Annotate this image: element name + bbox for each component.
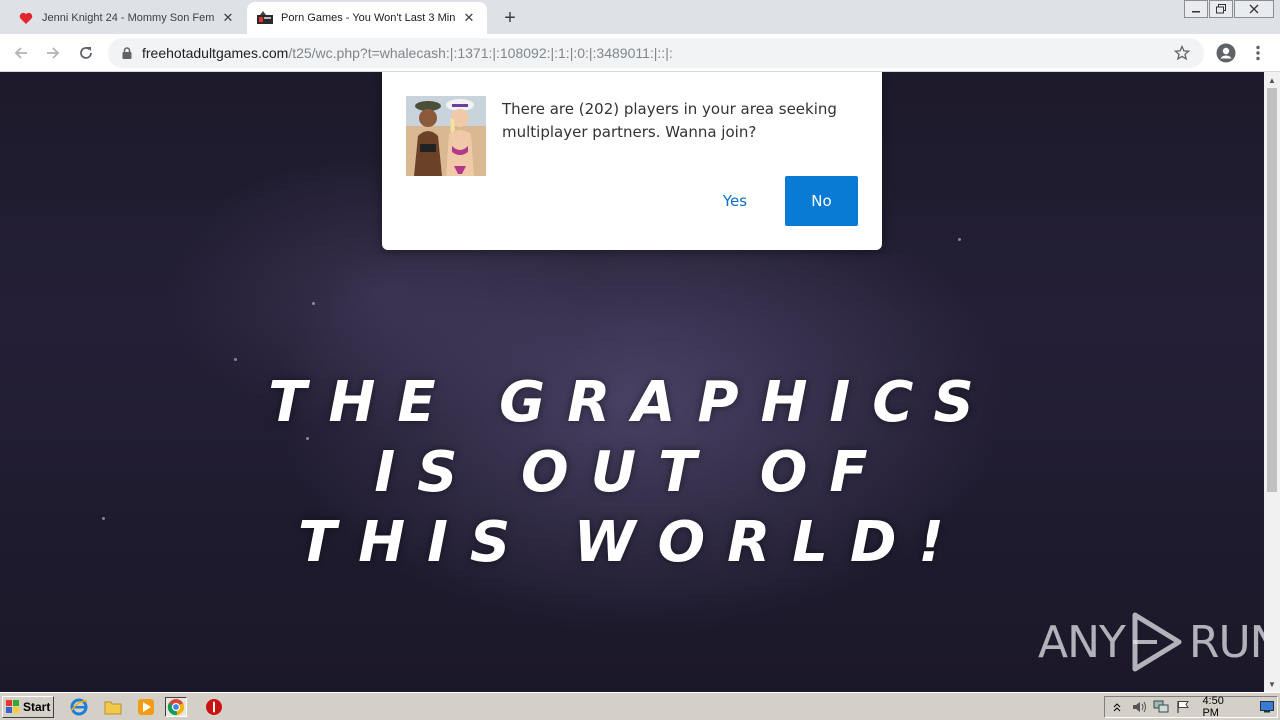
back-arrow-icon	[14, 47, 27, 59]
taskbar-clock[interactable]: 4:50 PM	[1202, 695, 1243, 719]
browser-menu-icon[interactable]	[1248, 41, 1268, 65]
background-speck	[312, 302, 315, 305]
chrome-icon	[167, 699, 185, 716]
play-triangle-icon	[1129, 611, 1185, 673]
minimize-window-button[interactable]	[1184, 0, 1208, 18]
chrome-taskbar-button[interactable]	[165, 697, 187, 717]
popup-message: There are (202) players in your area see…	[502, 100, 837, 141]
site-favicon-icon	[257, 10, 273, 26]
no-button[interactable]: No	[785, 176, 858, 226]
account-avatar-icon[interactable]	[1214, 41, 1238, 65]
watermark-text-right: RUN	[1188, 616, 1264, 668]
heart-icon	[18, 10, 34, 26]
internet-explorer-icon[interactable]	[68, 697, 90, 717]
background-speck	[958, 238, 961, 241]
network-icon[interactable]	[1151, 698, 1171, 716]
anyrun-watermark-logo: ANY RUN	[1038, 610, 1264, 674]
scroll-down-arrow-icon[interactable]: ▼	[1264, 676, 1280, 692]
yes-button[interactable]: Yes	[700, 176, 770, 226]
action-center-flag-icon[interactable]	[1173, 698, 1193, 716]
antivirus-alert-icon[interactable]	[203, 697, 225, 717]
notification-popup: There are (202) players in your area see…	[382, 72, 882, 250]
show-desktop-icon[interactable]	[1257, 698, 1277, 716]
start-button[interactable]: Start	[2, 696, 54, 718]
close-tab-icon[interactable]: ✕	[220, 10, 236, 26]
headline-line-2: IS OUT OF	[374, 440, 890, 505]
page-content: THE GRAPHICS IS OUT OF THIS WORLD! There	[0, 72, 1264, 692]
reload-icon	[80, 47, 92, 59]
close-tab-icon[interactable]: ✕	[461, 10, 477, 26]
headline-line-1: THE GRAPHICS	[268, 370, 996, 435]
file-explorer-icon[interactable]	[102, 697, 124, 717]
url-host: freehotadultgames.com	[142, 45, 289, 61]
restore-window-button[interactable]	[1209, 0, 1233, 18]
tab-title: Jenni Knight 24 - Mommy Son Femdo	[42, 12, 214, 24]
popup-thumbnail-image	[406, 96, 486, 176]
new-tab-button[interactable]: +	[498, 6, 522, 30]
address-bar[interactable]: freehotadultgames.com/t25/wc.php?t=whale…	[108, 38, 1204, 68]
close-window-button[interactable]	[1234, 0, 1274, 18]
media-player-icon[interactable]	[135, 697, 157, 717]
tab-porn-games[interactable]: Porn Games - You Won't Last 3 Minu ✕	[247, 2, 487, 34]
vertical-scrollbar[interactable]: ▲ ▼	[1264, 72, 1280, 692]
browser-toolbar: freehotadultgames.com/t25/wc.php?t=whale…	[0, 34, 1280, 72]
watermark-text-left: ANY	[1038, 616, 1126, 668]
headline-line-3: THIS WORLD!	[298, 510, 966, 575]
reload-button[interactable]	[74, 41, 98, 65]
forward-arrow-icon	[47, 47, 60, 59]
tab-strip: Jenni Knight 24 - Mommy Son Femdo ✕ Porn…	[0, 0, 1280, 34]
background-speck	[234, 358, 237, 361]
lock-icon	[120, 47, 134, 59]
forward-button[interactable]	[41, 41, 65, 65]
show-hidden-icons-chevron-icon[interactable]	[1107, 698, 1127, 716]
system-tray: 4:50 PM	[1104, 695, 1278, 719]
back-button[interactable]	[9, 41, 33, 65]
promo-headline: THE GRAPHICS IS OUT OF THIS WORLD!	[0, 368, 1264, 578]
url-path: /t25/wc.php?t=whalecash:|:1371:|:108092:…	[288, 45, 673, 61]
scroll-up-arrow-icon[interactable]: ▲	[1264, 72, 1280, 88]
bookmark-star-icon[interactable]	[1172, 43, 1192, 63]
volume-icon[interactable]	[1129, 698, 1149, 716]
tab-jenni-knight[interactable]: Jenni Knight 24 - Mommy Son Femdo ✕	[8, 2, 246, 34]
start-label: Start	[23, 700, 51, 714]
windows-taskbar: Start 4:50 PM	[0, 692, 1280, 720]
windows-logo-icon	[6, 700, 19, 713]
scrollbar-thumb[interactable]	[1267, 88, 1277, 492]
tab-title: Porn Games - You Won't Last 3 Minu	[281, 12, 455, 24]
